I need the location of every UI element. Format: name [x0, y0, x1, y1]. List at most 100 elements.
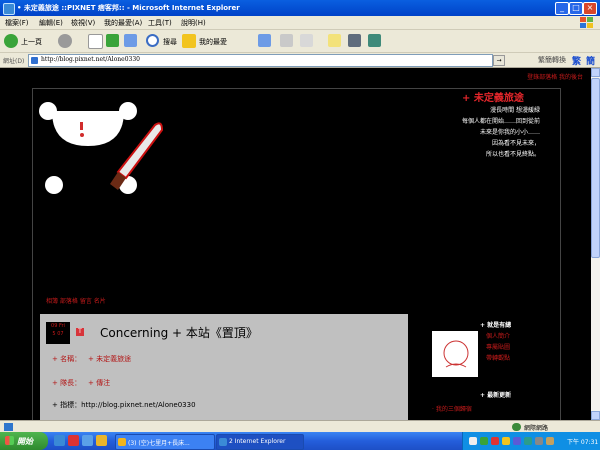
messenger-icon[interactable] — [368, 34, 381, 47]
poem-line: 漫長時間 想漫緩緑 — [490, 107, 540, 114]
web-page: 登錄部落格 我的後台 + 未定義旅途 漫長時間 想漫緩緑 每個人都在開始……回到… — [0, 68, 591, 420]
menu-view[interactable]: 檢視(V) — [71, 18, 95, 28]
folder-icon — [118, 438, 126, 446]
post-field-leader-value: + 傳注 — [88, 379, 111, 387]
address-url: http://blog.pixnet.net/Alone0330 — [41, 56, 140, 63]
poem-line: 因為看不見未來， — [491, 140, 540, 147]
taskbar-item-label: (3) (空)七里月+長床... — [128, 440, 190, 447]
top-links[interactable]: 登錄部落格 我的後台 — [527, 72, 583, 81]
taskbar-item[interactable]: 2 Internet Explorer — [216, 434, 304, 450]
go-button[interactable]: → — [493, 55, 505, 66]
scroll-down-button[interactable] — [591, 411, 600, 420]
forward-arrow-icon — [58, 34, 72, 48]
post-title[interactable]: Concerning + 本站《置頂》 — [100, 324, 258, 341]
title-bar: • 未定義旅途 ::PIXNET 痞客邦:: - Microsoft Inter… — [0, 0, 600, 16]
post-date: 09 Fri 5 07 — [46, 322, 70, 344]
tray-icon[interactable] — [491, 437, 499, 445]
post-field-leader-key: + 隊長： — [52, 379, 82, 387]
page-status-icon — [4, 423, 13, 431]
sidebar-link[interactable]: 帶轉觀點 — [486, 353, 510, 364]
media-icon[interactable] — [258, 34, 271, 47]
menu-tools[interactable]: 工具(T) — [148, 18, 172, 28]
home-icon[interactable] — [124, 34, 137, 47]
menu-help[interactable]: 說明(H) — [181, 18, 206, 28]
post-url-line[interactable]: + 指標：http://blog.pixnet.net/Alone0330 — [52, 400, 196, 410]
avatar-sketch-head — [443, 340, 469, 366]
edit-icon[interactable] — [300, 34, 313, 47]
security-zone-label: 網際網路 — [524, 425, 549, 432]
forward-button[interactable] — [58, 33, 82, 49]
stop-icon[interactable] — [88, 34, 103, 49]
favorites-button[interactable]: 我的最愛 — [182, 33, 230, 49]
tray-icon[interactable] — [546, 437, 554, 445]
sidebar-link[interactable]: 個人簡介 — [486, 331, 510, 342]
address-input[interactable]: http://blog.pixnet.net/Alone0330 — [28, 54, 493, 67]
tray-icon[interactable] — [524, 437, 532, 445]
search-icon — [146, 34, 159, 47]
notes-icon[interactable] — [328, 34, 341, 47]
back-arrow-icon — [4, 34, 18, 48]
post-field-name-value: + 未定義旅途 — [88, 355, 132, 363]
back-button[interactable]: 上一頁 — [4, 33, 54, 49]
knife-blade — [116, 122, 164, 180]
avatar — [432, 331, 478, 377]
menu-edit[interactable]: 編輯(E) — [39, 18, 63, 28]
page-icon — [31, 57, 38, 64]
simplified-button[interactable]: 簡 — [586, 54, 595, 67]
quicklaunch-desktop-icon[interactable] — [82, 435, 93, 446]
taskbar-item[interactable]: (3) (空)七里月+長床... — [115, 434, 215, 450]
start-button[interactable]: 開始 — [0, 432, 48, 450]
poem-line: 所以也看不見終點。 — [485, 151, 540, 158]
post-date-top: 09 Fri — [51, 323, 65, 329]
quicklaunch-folder-icon[interactable] — [96, 435, 107, 446]
clock: 下午 07:31 — [567, 439, 599, 446]
windows-flag-icon — [5, 436, 14, 445]
start-label: 開始 — [17, 437, 33, 446]
post-date-bottom: 5 07 — [52, 331, 64, 337]
close-button[interactable]: × — [583, 2, 597, 15]
tray-icon[interactable] — [502, 437, 510, 445]
refresh-icon[interactable] — [106, 34, 119, 47]
research-icon[interactable] — [348, 34, 361, 47]
menu-file[interactable]: 檔案(F) — [5, 18, 29, 28]
blood-drop — [80, 133, 84, 137]
taskbar: 開始 (3) (空)七里月+長床... 2 Internet Explorer … — [0, 432, 600, 450]
window-title: • 未定義旅途 ::PIXNET 痞客邦:: - Microsoft Inter… — [17, 4, 240, 12]
poem-line: 每個人都在開始……回到從前 — [461, 118, 540, 125]
sidebar-link[interactable]: 專屬貼圖 — [486, 342, 510, 353]
sidebar-latest-item[interactable]: · 我的三個歸宿 — [432, 404, 472, 413]
windows-logo-icon — [580, 17, 594, 28]
poem-line: 未來是你我的小小…… — [479, 129, 540, 136]
back-label: 上一頁 — [21, 38, 42, 46]
blog-nav-links[interactable]: 相簿 部落格 留言 名片 — [46, 296, 106, 305]
menu-bar: 檔案(F) 編輯(E) 檢視(V) 我的最愛(A) 工具(T) 說明(H) — [0, 16, 600, 30]
translate-label[interactable]: 繁簡轉換 — [538, 55, 566, 65]
tray-icon[interactable] — [469, 437, 477, 445]
favorites-label: 我的最愛 — [199, 38, 227, 46]
ie-icon — [219, 438, 227, 446]
star-icon — [182, 34, 196, 48]
tray-icon[interactable] — [535, 437, 543, 445]
toolbar: 上一頁 搜尋 我的最愛 — [0, 30, 600, 53]
blog-title[interactable]: + 未定義旅途 — [462, 89, 524, 104]
print-icon[interactable] — [280, 34, 293, 47]
face-mouth — [80, 122, 83, 130]
tray-icon[interactable] — [480, 437, 488, 445]
quicklaunch-ie-icon[interactable] — [54, 435, 65, 446]
search-button[interactable]: 搜尋 — [146, 33, 182, 49]
vertical-scrollbar[interactable] — [591, 68, 600, 420]
post-field-name: + 名稱： + 未定義旅途 — [52, 354, 131, 364]
scroll-thumb[interactable] — [591, 78, 600, 258]
minimize-button[interactable]: _ — [555, 2, 569, 15]
taskbar-item-label: 2 Internet Explorer — [229, 438, 286, 445]
traditional-button[interactable]: 繁 — [572, 54, 581, 67]
post-card: 09 Fri 5 07 T Concerning + 本站《置頂》 + 名稱： … — [40, 314, 408, 420]
face-shape — [52, 111, 124, 146]
maximize-button[interactable]: □ — [569, 2, 583, 15]
address-label: 網址(D) — [3, 58, 25, 65]
tray-icon[interactable] — [513, 437, 521, 445]
post-field-name-key: + 名稱： — [52, 355, 82, 363]
scroll-up-button[interactable] — [591, 68, 600, 77]
menu-favorites[interactable]: 我的最愛(A) — [104, 18, 142, 28]
quicklaunch-media-icon[interactable] — [68, 435, 79, 446]
